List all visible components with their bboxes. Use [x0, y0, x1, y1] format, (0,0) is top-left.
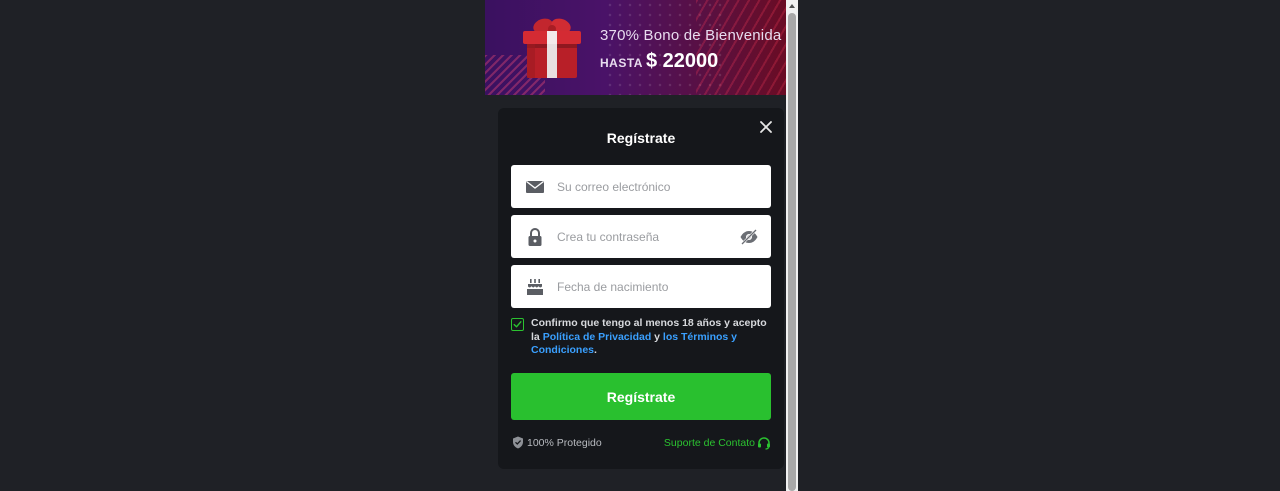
consent-text-after: .	[594, 344, 597, 356]
banner-title: 370% Bono de Bienvenida	[600, 27, 782, 44]
birthdate-input[interactable]	[557, 265, 737, 308]
promo-banner[interactable]: 370% Bono de Bienvenida HASTA $ 22000	[485, 0, 786, 95]
vertical-scrollbar[interactable]	[786, 0, 798, 491]
password-input[interactable]	[557, 215, 737, 258]
consent-text-and: y	[651, 330, 663, 343]
scroll-up-arrow-icon[interactable]	[788, 2, 796, 10]
support-label: Suporte de Contato	[663, 437, 755, 449]
support-link[interactable]: Suporte de Contato	[664, 436, 771, 450]
protected-badge: 100% Protegido	[512, 436, 602, 449]
birthdate-field[interactable]	[511, 265, 771, 308]
close-icon[interactable]	[757, 118, 775, 136]
page: 370% Bono de Bienvenida HASTA $ 22000 Re…	[0, 0, 1280, 491]
banner-hasta-label: HASTA	[600, 56, 643, 70]
password-field[interactable]	[511, 215, 771, 258]
consent-checkbox[interactable]	[511, 318, 524, 331]
shield-check-icon	[513, 436, 523, 449]
modal-title: Regístrate	[606, 130, 676, 146]
envelope-icon	[526, 180, 544, 193]
register-modal: Regístrate Su correo electrónico Fecha d…	[498, 108, 784, 469]
main-column: 370% Bono de Bienvenida HASTA $ 22000 Re…	[485, 0, 786, 491]
consent-text: Confirmo que tengo al menos 18 años y ac…	[531, 317, 771, 358]
eye-off-icon[interactable]	[739, 228, 759, 246]
lock-icon	[528, 228, 542, 246]
birthday-cake-icon	[527, 279, 543, 295]
email-field[interactable]	[511, 165, 771, 208]
protected-label: 100% Protegido	[527, 436, 602, 449]
banner-amount: $ 22000	[646, 50, 719, 72]
headset-icon	[758, 437, 770, 450]
banner-stripes-right	[696, 0, 786, 95]
checkmark-icon	[513, 321, 522, 328]
email-input[interactable]	[557, 165, 737, 208]
register-button[interactable]: Regístrate	[511, 373, 771, 420]
scrollbar-thumb[interactable]	[788, 13, 796, 491]
gift-box-icon	[523, 18, 581, 78]
privacy-policy-link[interactable]: Política de Privacidad	[543, 331, 652, 343]
